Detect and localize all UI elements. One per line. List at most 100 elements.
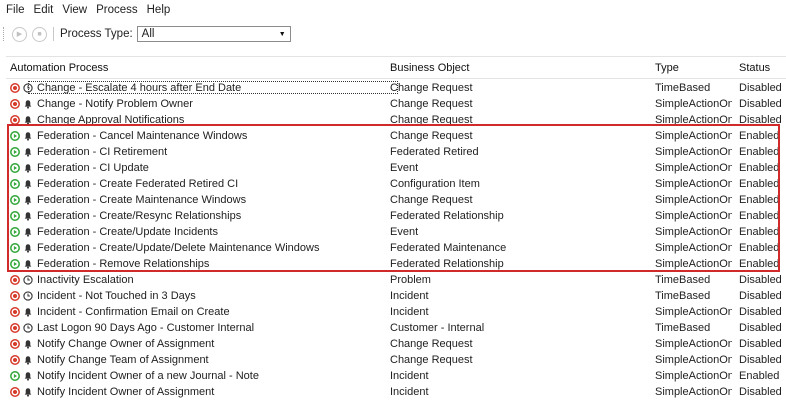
stop-icon (10, 115, 20, 125)
business-object: Federated Relationship (390, 210, 504, 222)
table-row[interactable]: Federation - Cancel Maintenance Windows C… (6, 128, 786, 144)
menu-process[interactable]: Process (96, 4, 138, 16)
process-name: Federation - Create Maintenance Windows (37, 194, 247, 206)
column-header-type[interactable]: Type (655, 57, 732, 78)
process-status: Enabled (739, 178, 780, 190)
menu-edit[interactable]: Edit (34, 4, 54, 16)
process-name-cell[interactable]: Federation - Cancel Maintenance Windows (10, 128, 380, 144)
process-name: Notify Change Owner of Assignment (37, 338, 215, 350)
process-status: Enabled (739, 242, 780, 254)
table-row[interactable]: Notify Change Owner of Assignment Change … (6, 336, 786, 352)
bell-icon (23, 163, 33, 173)
toolbar-separator (53, 27, 54, 41)
process-name-cell[interactable]: Federation - CI Update (10, 160, 380, 176)
stop-icon (10, 99, 20, 109)
stop-icon (10, 291, 20, 301)
table-row[interactable]: Last Logon 90 Days Ago - Customer Intern… (6, 320, 786, 336)
process-status: Disabled (739, 114, 782, 126)
column-header-status[interactable]: Status (739, 57, 786, 78)
process-name-cell[interactable]: Incident - Not Touched in 3 Days (10, 288, 380, 304)
column-header-row: Automation Process Business Object Type … (6, 57, 786, 79)
column-header-name[interactable]: Automation Process (10, 57, 380, 78)
business-object: Event (390, 226, 419, 238)
stop-process-button[interactable]: ■ (32, 26, 47, 42)
toolbar-grip[interactable] (3, 27, 7, 41)
table-row[interactable]: Federation - Create Federated Retired CI… (6, 176, 786, 192)
process-name-cell[interactable]: Notify Incident Owner of Assignment (10, 384, 380, 400)
process-name-cell[interactable]: Last Logon 90 Days Ago - Customer Intern… (10, 320, 380, 336)
process-type: SimpleActionOn... (655, 258, 732, 270)
process-name-cell[interactable]: Change Approval Notifications (10, 112, 380, 128)
stop-icon (10, 307, 20, 317)
bell-icon (23, 195, 33, 205)
start-process-button[interactable]: ▶ (12, 26, 27, 42)
process-name: Incident - Confirmation Email on Create (37, 306, 230, 318)
business-object: Change Request (390, 82, 473, 94)
process-type: TimeBased (655, 82, 711, 94)
table-row[interactable]: Incident - Not Touched in 3 Days Incident… (6, 288, 786, 304)
process-name: Incident - Not Touched in 3 Days (37, 290, 196, 302)
bell-icon (23, 99, 33, 109)
menu-help[interactable]: Help (147, 4, 171, 16)
table-row[interactable]: Federation - Remove Relationships Federat… (6, 256, 786, 272)
business-object: Incident (390, 290, 429, 302)
stop-icon (10, 355, 20, 365)
table-row[interactable]: Federation - Create/Update Incidents Even… (6, 224, 786, 240)
bell-icon (23, 115, 33, 125)
process-type: SimpleActionOn... (655, 114, 732, 126)
process-name-cell[interactable]: Notify Change Owner of Assignment (10, 336, 380, 352)
process-name-cell[interactable]: Federation - Create/Update/Delete Mainte… (10, 240, 380, 256)
process-type: SimpleActionOn... (655, 354, 732, 366)
table-row[interactable]: Federation - CI Retirement Federated Reti… (6, 144, 786, 160)
process-name: Federation - Create Federated Retired CI (37, 178, 239, 190)
menu-view[interactable]: View (62, 4, 87, 16)
business-object: Change Request (390, 354, 473, 366)
process-name-cell[interactable]: Federation - Create/Resync Relationships (10, 208, 380, 224)
process-name-cell[interactable]: Notify Change Team of Assignment (10, 352, 380, 368)
menu-bar: File Edit View Process Help (0, 0, 786, 20)
business-object: Federated Retired (390, 146, 479, 158)
process-status: Enabled (739, 210, 780, 222)
process-status: Disabled (739, 98, 782, 110)
process-name-cell[interactable]: Inactivity Escalation (10, 272, 380, 288)
process-name: Notify Incident Owner of Assignment (37, 386, 215, 398)
process-type: SimpleActionOn... (655, 194, 732, 206)
table-row[interactable]: Federation - CI Update Event SimpleActionO… (6, 160, 786, 176)
table-row[interactable]: Federation - Create/Update/Delete Mainte… (6, 240, 786, 256)
bell-icon (23, 371, 33, 381)
business-object: Configuration Item (390, 178, 480, 190)
table-row[interactable]: Change - Notify Problem Owner Change Requ… (6, 96, 786, 112)
column-header-object[interactable]: Business Object (390, 57, 630, 78)
business-object: Incident (390, 386, 429, 398)
stop-icon (10, 83, 20, 93)
table-row[interactable]: Incident - Confirmation Email on Create I… (6, 304, 786, 320)
process-status: Disabled (739, 322, 782, 334)
play-icon (10, 147, 20, 157)
process-name-cell[interactable]: Federation - CI Retirement (10, 144, 380, 160)
process-name: Federation - CI Update (37, 162, 149, 174)
row-focus-rectangle (28, 81, 398, 94)
stop-icon (10, 387, 20, 397)
process-name: Change Approval Notifications (37, 114, 185, 126)
process-type-select[interactable]: All ▼ (136, 26, 291, 42)
process-status: Enabled (739, 194, 780, 206)
process-type: SimpleActionOn... (655, 146, 732, 158)
table-row[interactable]: Notify Incident Owner of a new Journal -… (6, 368, 786, 384)
process-name-cell[interactable]: Notify Incident Owner of a new Journal -… (10, 368, 380, 384)
table-row[interactable]: Notify Change Team of Assignment Change R… (6, 352, 786, 368)
table-row[interactable]: Change Approval Notifications Change Requ… (6, 112, 786, 128)
table-row[interactable]: Notify Incident Owner of Assignment Incid… (6, 384, 786, 400)
table-row[interactable]: Federation - Create Maintenance Windows C… (6, 192, 786, 208)
process-name-cell[interactable]: Incident - Confirmation Email on Create (10, 304, 380, 320)
process-name-cell[interactable]: Federation - Create Federated Retired CI (10, 176, 380, 192)
process-type-value: All (141, 28, 155, 40)
process-name-cell[interactable]: Federation - Create Maintenance Windows (10, 192, 380, 208)
business-object: Federated Relationship (390, 258, 504, 270)
menu-file[interactable]: File (6, 4, 25, 16)
process-name-cell[interactable]: Federation - Remove Relationships (10, 256, 380, 272)
table-row[interactable]: Inactivity Escalation Problem TimeBased Dis… (6, 272, 786, 288)
process-name-cell[interactable]: Federation - Create/Update Incidents (10, 224, 380, 240)
bell-icon (23, 147, 33, 157)
table-row[interactable]: Federation - Create/Resync Relationships… (6, 208, 786, 224)
process-name-cell[interactable]: Change - Notify Problem Owner (10, 96, 380, 112)
